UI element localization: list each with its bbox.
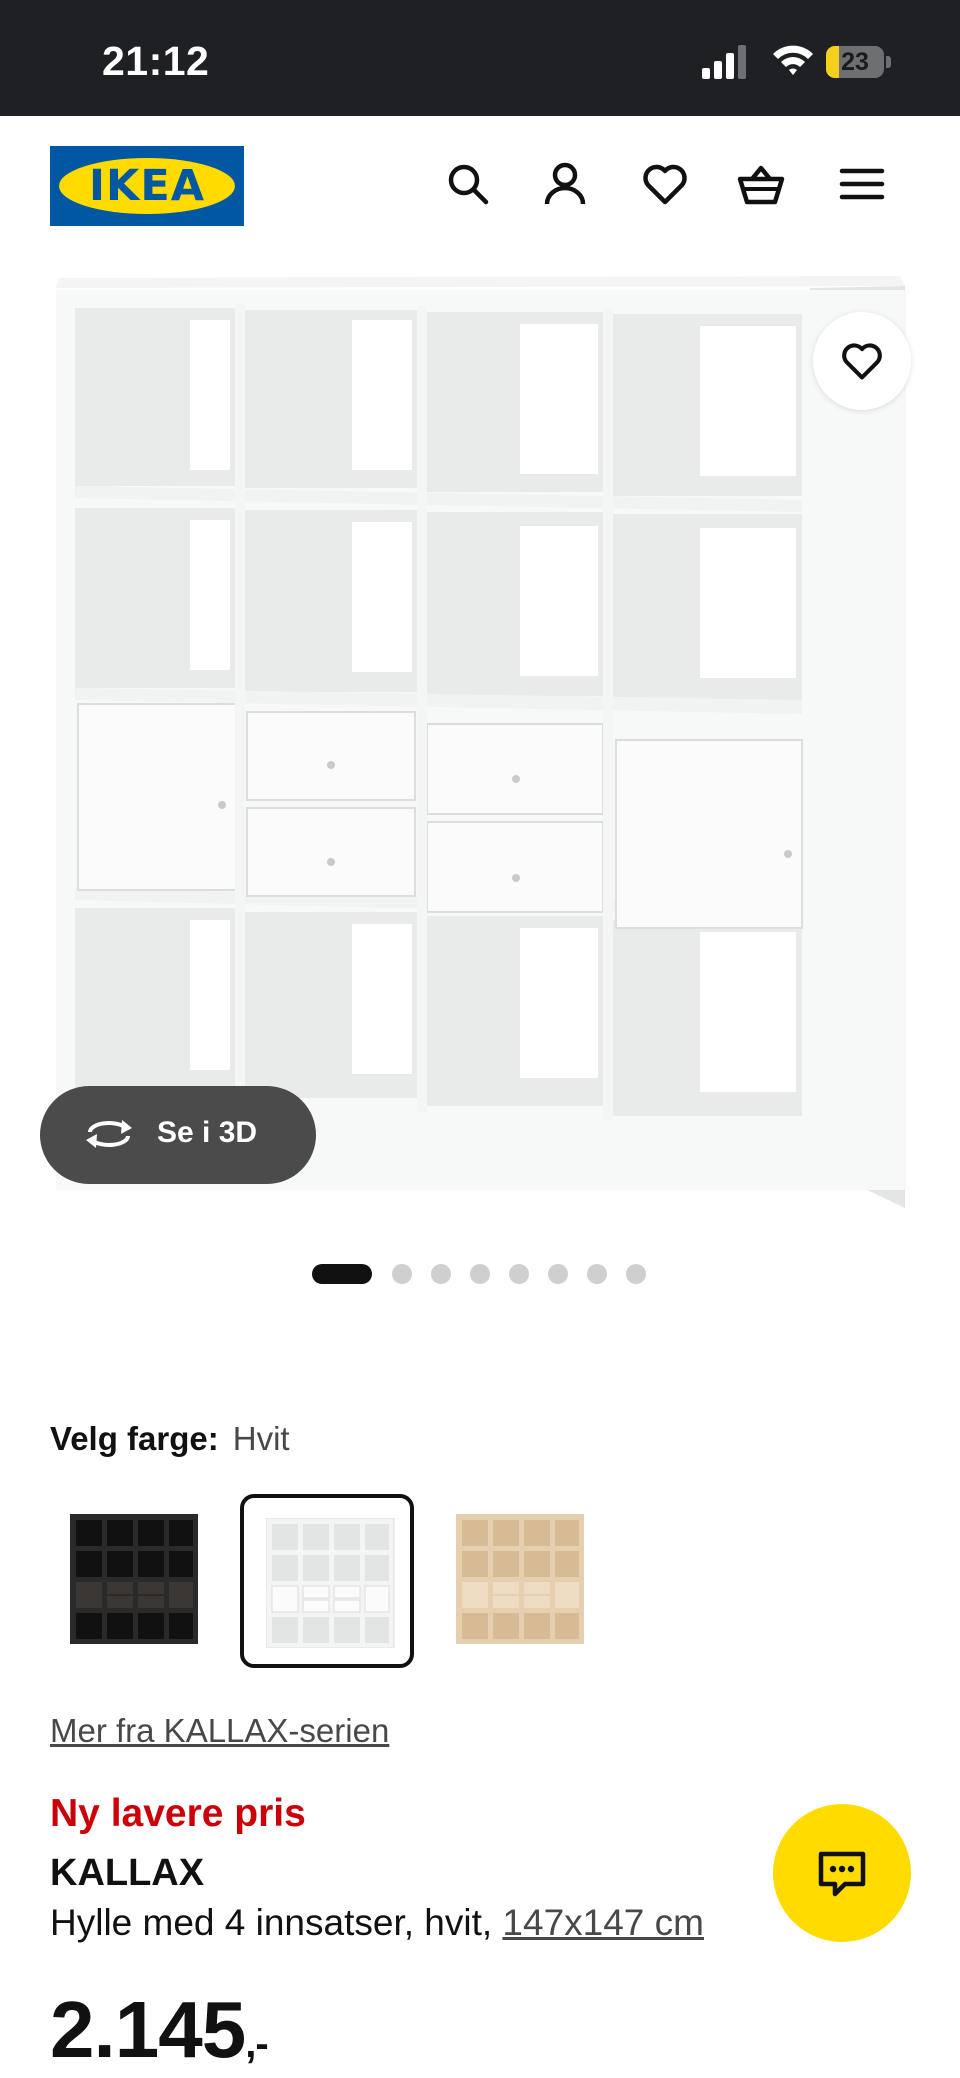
carousel-dot[interactable]: [587, 1264, 607, 1284]
price-suffix: ,-: [245, 2022, 268, 2066]
color-swatch-white[interactable]: [240, 1494, 414, 1668]
view-in-3d-button[interactable]: Se i 3D: [40, 1086, 316, 1184]
product-name: KALLAX: [50, 1852, 205, 1894]
price-value: 2.145: [50, 1985, 246, 2074]
carousel-dot[interactable]: [431, 1264, 451, 1284]
product-description: Hylle med 4 innsatser, hvit, 147x147 cm: [50, 1902, 704, 1944]
selected-color: Hvit: [232, 1420, 290, 1457]
view-in-3d-label: Se i 3D: [157, 1116, 258, 1149]
wifi-icon: [773, 45, 813, 75]
carousel-dot[interactable]: [470, 1264, 490, 1284]
chat-icon: [818, 1851, 866, 1897]
search-icon[interactable]: [444, 160, 492, 208]
carousel-dot[interactable]: [392, 1264, 412, 1284]
carousel-dot[interactable]: [548, 1264, 568, 1284]
ikea-logo[interactable]: IKEA: [50, 146, 244, 226]
series-link[interactable]: Mer fra KALLAX-serien: [50, 1712, 389, 1750]
color-swatch-white-stained-oak[interactable]: [438, 1496, 606, 1664]
product-description-text: Hylle med 4 innsatser, hvit,: [50, 1902, 493, 1943]
status-bar: 21:12 23: [0, 0, 960, 116]
carousel-dot[interactable]: [626, 1264, 646, 1284]
favourites-icon[interactable]: [641, 160, 689, 208]
product-size-link[interactable]: 147x147 cm: [502, 1902, 704, 1943]
basket-icon[interactable]: [737, 160, 785, 208]
rotate-3d-icon: [86, 1120, 132, 1148]
heart-icon: [842, 343, 882, 380]
account-icon[interactable]: [541, 160, 589, 208]
carousel-dot-active[interactable]: [312, 1264, 372, 1284]
battery-percent: 23: [841, 48, 869, 76]
product-price: 2.145,-: [50, 1984, 269, 2076]
product-image-kallax[interactable]: [0, 268, 960, 1228]
menu-icon[interactable]: [838, 160, 886, 208]
color-selector-label: Velg farge: Hvit: [50, 1420, 290, 1458]
color-swatch-black-brown[interactable]: [54, 1496, 222, 1664]
battery-indicator: 23: [826, 46, 892, 78]
carousel-dot[interactable]: [509, 1264, 529, 1284]
add-to-favourites-button[interactable]: [813, 312, 911, 410]
site-header: IKEA: [0, 116, 960, 252]
status-time: 21:12: [102, 38, 210, 84]
new-lower-price-badge: Ny lavere pris: [50, 1792, 306, 1835]
chat-button[interactable]: [773, 1804, 911, 1942]
color-label-text: Velg farge:: [50, 1420, 219, 1457]
cellular-signal-icon: [702, 45, 746, 79]
